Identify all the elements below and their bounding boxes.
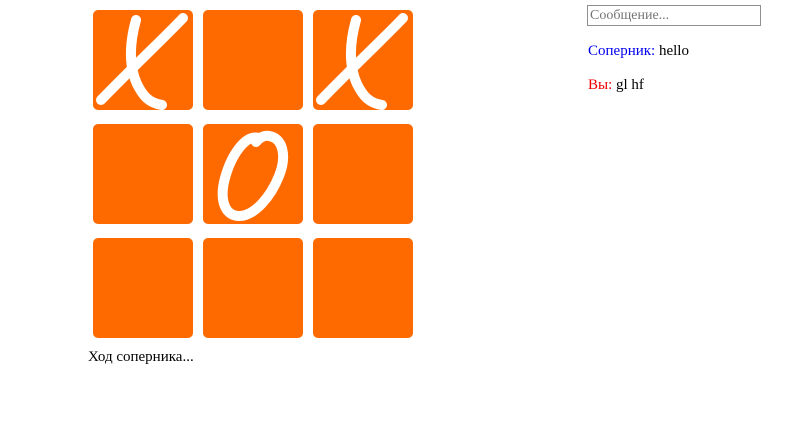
board-cell-4[interactable] <box>93 124 193 224</box>
chat-panel: Соперник: hello Вы: gl hf <box>587 5 787 93</box>
message-author: Соперник: <box>588 43 656 59</box>
board-cell-5[interactable] <box>203 124 303 224</box>
board-cell-6[interactable] <box>313 124 413 224</box>
chat-message: Вы: gl hf <box>588 76 644 94</box>
o-mark-icon <box>217 130 289 221</box>
board-cell-1[interactable] <box>93 10 193 110</box>
chat-message: Соперник: hello <box>588 42 689 60</box>
chat-message-input[interactable] <box>587 5 761 26</box>
game-board <box>88 5 418 347</box>
board-cell-7[interactable] <box>93 238 193 338</box>
board-cell-8[interactable] <box>203 238 303 338</box>
turn-status: Ход соперника... <box>88 349 194 365</box>
board-cell-9[interactable] <box>313 238 413 338</box>
message-text: gl hf <box>616 77 644 93</box>
message-text: hello <box>658 43 689 59</box>
board-cell-3[interactable] <box>313 10 413 110</box>
x-mark-icon <box>316 13 408 110</box>
x-mark-icon <box>96 13 188 110</box>
board-cell-2[interactable] <box>203 10 303 110</box>
o-stroke <box>217 130 289 221</box>
message-author: Вы: <box>588 77 613 93</box>
